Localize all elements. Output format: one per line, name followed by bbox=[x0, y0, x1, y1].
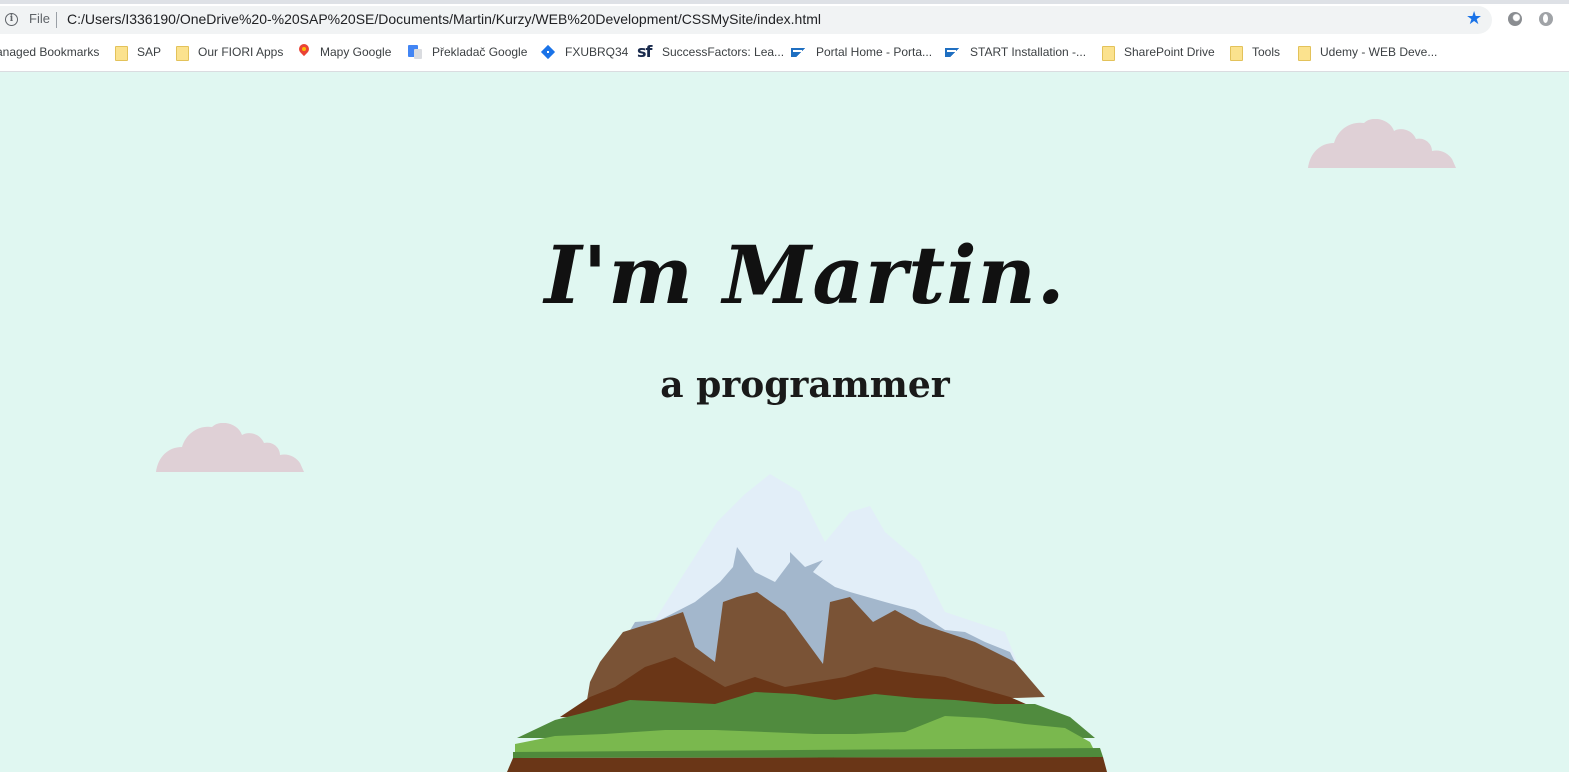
scheme-label: File bbox=[29, 11, 50, 26]
bookmark-label: SAP bbox=[137, 45, 162, 59]
folder-icon bbox=[1100, 44, 1116, 61]
page-title: I'm Martin. bbox=[544, 227, 1066, 322]
bookmark-label: SharePoint Drive bbox=[1124, 45, 1215, 59]
bookmark-label: Překladač Google bbox=[432, 45, 528, 59]
bookmark-label: SuccessFactors: Lea... bbox=[662, 45, 785, 59]
bookmark-label: anaged Bookmarks bbox=[0, 45, 100, 59]
cloud-top-right bbox=[1308, 119, 1456, 168]
cloud-left bbox=[156, 423, 304, 472]
folder-icon bbox=[1296, 44, 1312, 61]
bookmark-label: Portal Home - Porta... bbox=[816, 45, 933, 59]
folder-icon bbox=[1228, 44, 1244, 61]
diamond-icon bbox=[540, 44, 556, 60]
bookmark-label: Our FIORI Apps bbox=[198, 45, 284, 59]
sap-icon bbox=[945, 44, 961, 60]
mountain-illustration bbox=[507, 474, 1107, 772]
bookmark-label: FXUBRQ34 bbox=[565, 45, 629, 59]
site-info-icon[interactable]: i bbox=[5, 13, 18, 26]
bookmark-label: Tools bbox=[1252, 45, 1281, 59]
bookmark-label: START Installation -... bbox=[970, 45, 1087, 59]
folder-icon bbox=[174, 44, 190, 61]
browser-chrome: i File C:/Users/I336190/OneDrive%20-%20S… bbox=[0, 0, 1569, 72]
bookmarks-bar: anaged Bookmarks SAP Our FIORI Apps Mapy… bbox=[0, 40, 1569, 64]
bookmark-star-icon[interactable]: ★ bbox=[1466, 9, 1482, 29]
profile-icon[interactable] bbox=[1539, 12, 1553, 26]
url-text[interactable]: C:/Users/I336190/OneDrive%20-%20SAP%20SE… bbox=[67, 11, 821, 27]
extension-icon[interactable] bbox=[1508, 12, 1522, 26]
page-subtitle: a programmer bbox=[660, 363, 950, 406]
folder-icon bbox=[113, 44, 129, 61]
tab-strip-edge bbox=[0, 0, 1569, 4]
hero-section: I'm Martin. a programmer bbox=[0, 71, 1569, 772]
address-divider bbox=[56, 12, 57, 28]
translate-icon bbox=[407, 44, 423, 60]
bookmark-label: Mapy Google bbox=[320, 45, 392, 59]
successfactors-icon: sf bbox=[637, 42, 652, 61]
maps-pin-icon bbox=[296, 44, 312, 60]
sap-icon bbox=[791, 44, 807, 60]
bookmark-label: Udemy - WEB Deve... bbox=[1320, 45, 1438, 59]
